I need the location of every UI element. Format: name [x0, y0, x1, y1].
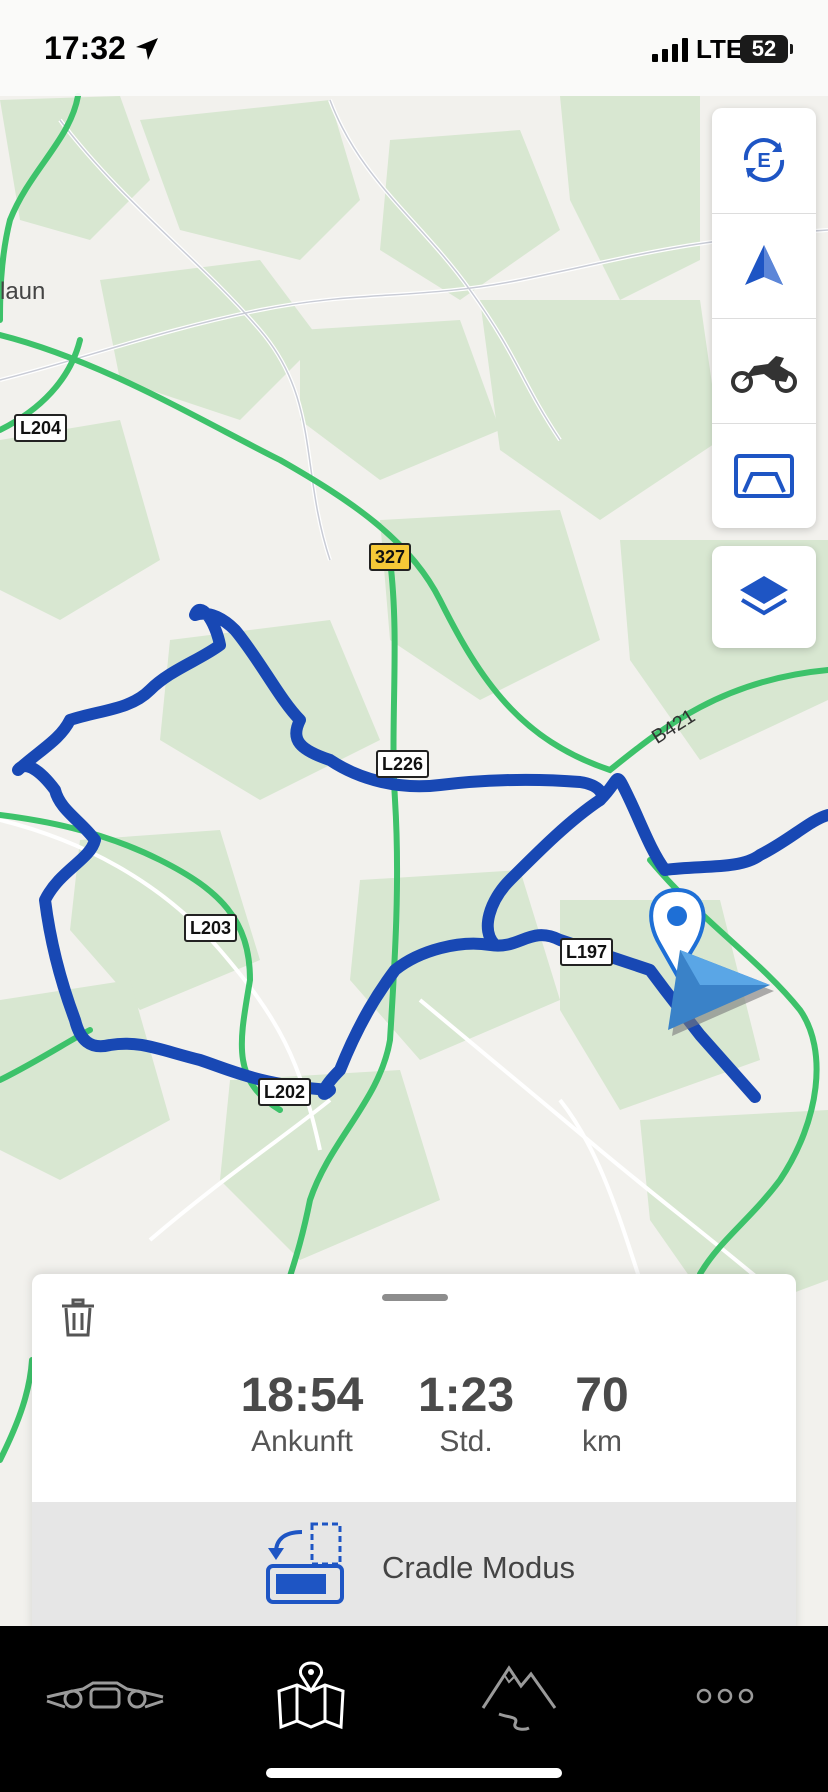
road-shield-l197: L197 — [560, 938, 614, 966]
trip-summary-sheet: 18:54 Ankunft 1:23 Std. 70 km Cradle Mod… — [32, 1274, 796, 1634]
status-time: 17:32 — [44, 30, 126, 66]
cellular-signal-icon — [652, 38, 688, 62]
navigation-arrow-icon — [745, 245, 783, 285]
tab-cockpit[interactable] — [30, 1646, 180, 1746]
eco-route-icon: E — [743, 138, 785, 182]
road-shield-l203: L203 — [184, 914, 238, 942]
tab-trips[interactable] — [444, 1646, 594, 1746]
layers-icon — [740, 576, 788, 616]
svg-text:E: E — [757, 150, 770, 172]
eco-route-button[interactable]: E — [712, 108, 816, 212]
place-label: laun — [0, 278, 46, 305]
cradle-mode-icon — [266, 1522, 344, 1604]
status-bar: 17:32 LTE 52 — [0, 0, 828, 96]
tab-route-planner[interactable] — [236, 1646, 386, 1746]
road-shield-l226: L226 — [376, 750, 430, 778]
home-indicator[interactable] — [266, 1768, 562, 1778]
distance-label: km — [582, 1425, 622, 1458]
duration-label: Std. — [439, 1425, 493, 1458]
arrival-stat: 18:54 Ankunft — [212, 1370, 392, 1460]
road-shield-l204: L204 — [14, 414, 68, 442]
cradle-mode-button[interactable]: Cradle Modus — [32, 1502, 796, 1634]
bottom-tab-bar — [0, 1626, 828, 1792]
road-shield-327: 327 — [369, 543, 412, 571]
battery-indicator: 52 — [740, 35, 793, 63]
delete-route-icon[interactable] — [60, 1298, 96, 1338]
cradle-display-icon — [734, 454, 794, 498]
distance-stat: 70 km — [542, 1370, 662, 1460]
motorcycle-cockpit-icon — [46, 1681, 164, 1709]
network-type: LTE — [696, 34, 744, 64]
navigation-orientation-button[interactable] — [712, 213, 816, 318]
distance-value: 70 — [575, 1369, 629, 1422]
route-map-icon — [277, 1661, 345, 1730]
location-arrow-icon — [136, 38, 158, 60]
more-icon — [696, 1688, 754, 1704]
cradle-display-button[interactable] — [712, 423, 816, 528]
road-shield-l202: L202 — [258, 1078, 312, 1106]
motorcycle-icon — [731, 356, 797, 393]
arrival-time: 18:54 — [240, 1369, 364, 1422]
tab-more[interactable] — [650, 1646, 800, 1746]
sheet-grabber-handle[interactable] — [382, 1294, 448, 1301]
mountain-trip-icon — [481, 1665, 557, 1731]
duration-value: 1:23 — [417, 1369, 515, 1422]
arrival-label: Ankunft — [251, 1425, 353, 1458]
map-controls: E — [712, 108, 816, 528]
map-layers-button[interactable] — [712, 546, 816, 648]
cradle-mode-label: Cradle Modus — [382, 1550, 575, 1585]
vehicle-profile-button[interactable] — [712, 318, 816, 423]
duration-stat: 1:23 Std. — [396, 1370, 536, 1460]
